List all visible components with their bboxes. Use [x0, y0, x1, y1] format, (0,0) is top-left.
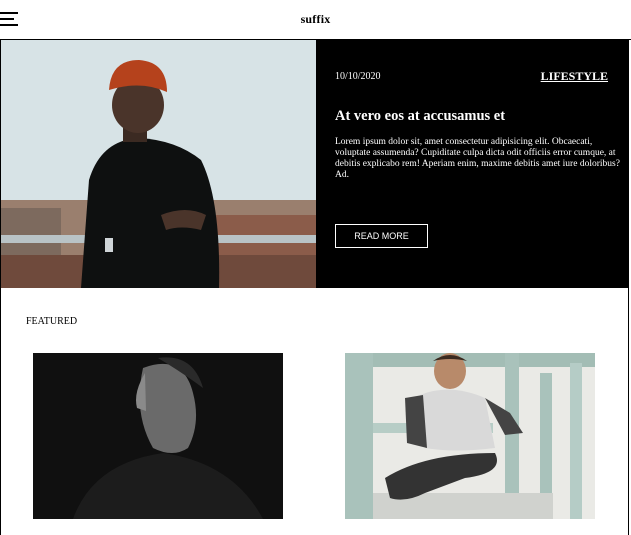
site-header: suffix [0, 0, 631, 40]
hero-image [1, 40, 316, 288]
hero-panel: 10/10/2020 LIFESTYLE At vero eos at accu… [316, 40, 629, 288]
category-link[interactable]: LIFESTYLE [541, 69, 608, 84]
post-title[interactable]: At vero eos at accusamus et [335, 108, 505, 125]
post-excerpt: Lorem ipsum dolor sit, amet consectetur … [335, 137, 620, 180]
featured-image-1[interactable] [33, 353, 283, 519]
featured-heading: FEATURED [26, 316, 78, 327]
read-more-button[interactable]: READ MORE [335, 224, 428, 248]
site-brand[interactable]: suffix [0, 12, 631, 27]
hero-section: 10/10/2020 LIFESTYLE At vero eos at accu… [1, 40, 629, 288]
featured-image-2[interactable] [345, 353, 595, 519]
post-date: 10/10/2020 [335, 71, 381, 82]
